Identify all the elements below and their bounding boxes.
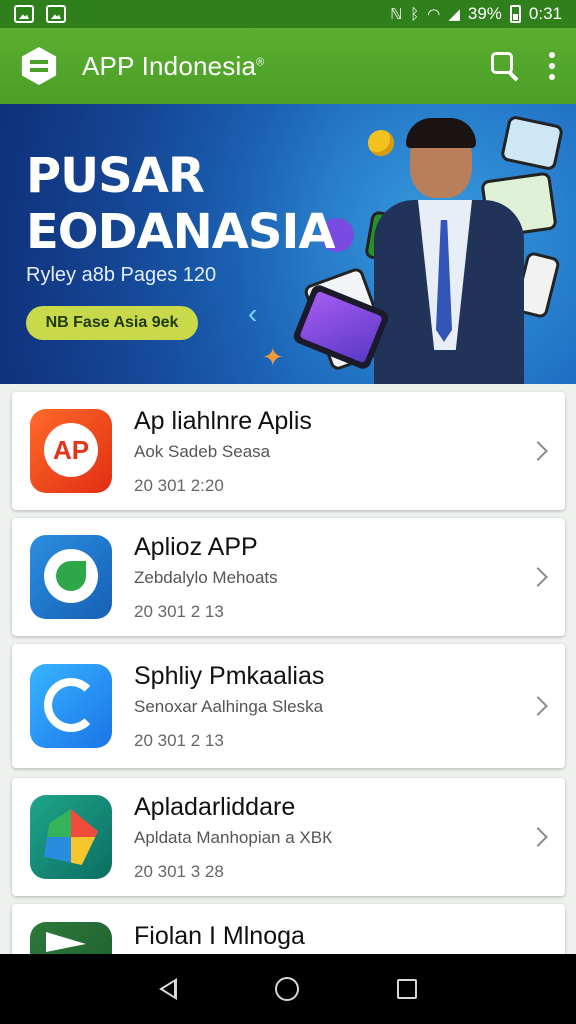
list-item[interactable]: Apladarliddare Apldata Manhopian a ХВК 2… (12, 778, 565, 896)
wifi-icon: ◠ (427, 6, 441, 23)
photo-icon (46, 5, 66, 23)
leaf-icon (30, 535, 112, 619)
home-icon[interactable] (275, 977, 299, 1001)
star-icon (30, 795, 112, 879)
app-logo-icon[interactable] (21, 47, 57, 85)
app-title: APP Indonesia® (82, 50, 265, 81)
battery-icon (509, 5, 521, 23)
banner-title: PUSAR EODANASIA (26, 148, 335, 260)
gallery-icon (14, 5, 34, 23)
promo-banner[interactable]: ‹ ✦ PUSAR EODANASIA Ryley a8b Pages 120 … (0, 104, 576, 384)
app-subtitle: Senoxar Aalhinga Sleska (134, 696, 324, 716)
app-date: 20 301 2 13 (134, 601, 224, 621)
coin-icon (368, 130, 394, 156)
bluetooth-icon: ᛒ (410, 5, 420, 23)
ap-icon: AP (30, 409, 112, 493)
app-name: Aplioz APP (134, 532, 258, 561)
system-nav-bar (0, 954, 576, 1024)
list-item[interactable]: AP Ap liahlnre Aplis Aok Sadeb Seasa 20 … (12, 392, 565, 510)
more-icon[interactable] (548, 52, 556, 80)
app-date: 20 301 2 13 (134, 730, 224, 750)
sparkle-icon: ✦ (262, 342, 284, 372)
app-subtitle: Apldata Manhopian a ХВК (134, 827, 332, 847)
nfc-icon: ℕ (390, 6, 403, 23)
sync-icon (30, 664, 112, 748)
app-date: 20 301 3 28 (134, 861, 224, 881)
app-list: AP Ap liahlnre Aplis Aok Sadeb Seasa 20 … (12, 392, 565, 972)
app-subtitle: Zebdalylo Mehoats (134, 567, 278, 587)
video-call-card (499, 114, 565, 172)
back-icon[interactable] (159, 978, 177, 1000)
app-date: 20 301 2:20 (134, 475, 224, 495)
banner-subtitle: Ryley a8b Pages 120 (26, 264, 217, 286)
list-item[interactable]: Aplioz APP Zebdalylo Mehoats 20 301 2 13 (12, 518, 565, 636)
list-item[interactable]: Sphliy Pmkaalias Senoxar Aalhinga Sleska… (12, 644, 565, 768)
app-name: Apladarliddare (134, 792, 296, 821)
app-bar: APP Indonesia® (0, 28, 576, 104)
signal-icon: ◢ (448, 6, 460, 23)
search-icon[interactable] (488, 49, 522, 83)
trademark-mark: ® (256, 55, 265, 68)
app-name: Ap liahlnre Aplis (134, 406, 312, 435)
battery-percent: 39% (467, 4, 502, 23)
app-name: Fiolan I Mlnoga (134, 922, 305, 950)
recent-apps-icon[interactable] (397, 979, 417, 999)
chevron-left-icon: ‹ (248, 298, 258, 329)
app-name: Sphliy Pmkaalias (134, 661, 325, 690)
app-subtitle: Aok Sadeb Seasa (134, 441, 271, 461)
status-bar: ℕ ᛒ ◠ ◢ 39% 0:31 (0, 0, 576, 28)
clock: 0:31 (528, 4, 562, 23)
banner-cta-button[interactable]: NB Fase Asia 9ek (26, 306, 198, 340)
